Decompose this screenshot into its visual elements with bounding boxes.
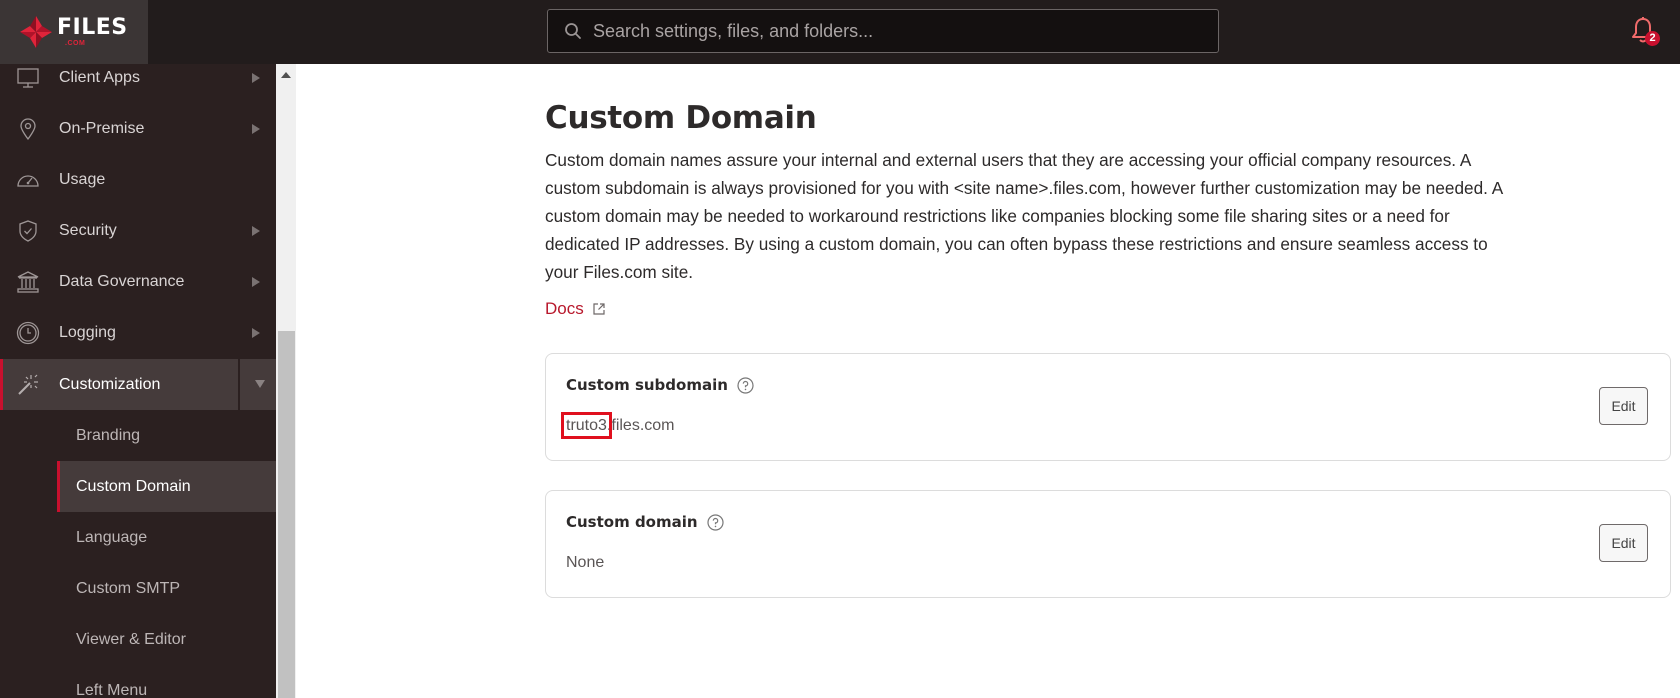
edit-subdomain-button[interactable]: Edit <box>1599 387 1648 425</box>
app: FILES .COM 2 Client App <box>0 0 1680 698</box>
help-icon[interactable] <box>706 513 724 531</box>
sidebar-item-label: Data Governance <box>59 272 185 290</box>
search-input[interactable] <box>593 20 1218 42</box>
logo-pinwheel-icon <box>20 16 52 48</box>
caret-right-icon[interactable] <box>252 327 260 338</box>
sidebar-item-data-governance[interactable]: Data Governance <box>0 256 276 307</box>
edit-custom-domain-button[interactable]: Edit <box>1599 524 1648 562</box>
monitor-icon <box>16 66 40 90</box>
bank-icon <box>16 270 40 294</box>
speedometer-icon <box>16 168 40 192</box>
shield-check-icon <box>16 219 40 243</box>
sidebar-item-on-premise[interactable]: On-Premise <box>0 103 276 154</box>
divider <box>238 359 240 410</box>
clock-icon <box>16 321 40 345</box>
card-title: Custom domain <box>566 513 698 531</box>
page-description: Custom domain names assure your internal… <box>545 150 1503 282</box>
page-title: Custom Domain <box>545 100 817 136</box>
sidebar-subitem-custom-smtp[interactable]: Custom SMTP <box>57 563 276 614</box>
sidebar-item-customization[interactable]: Customization <box>0 359 276 410</box>
notifications-button[interactable]: 2 <box>1630 16 1660 46</box>
search-box[interactable] <box>547 9 1219 53</box>
sidebar-item-logging[interactable]: Logging <box>0 307 276 358</box>
sidebar-item-label: Security <box>59 221 117 239</box>
caret-right-icon[interactable] <box>252 225 260 236</box>
sidebar-subitem-viewer-editor[interactable]: Viewer & Editor <box>57 614 276 665</box>
docs-link[interactable]: Docs <box>545 299 606 319</box>
search-icon <box>565 23 581 39</box>
sidebar-item-usage[interactable]: Usage <box>0 154 276 205</box>
magic-wand-icon <box>16 373 40 397</box>
sidebar: Client Apps On-Premise Usage Security Da… <box>0 64 276 698</box>
sidebar-subitem-left-menu[interactable]: Left Menu <box>57 665 276 698</box>
map-pin-icon <box>16 117 40 141</box>
caret-right-icon[interactable] <box>252 72 260 83</box>
card-title: Custom subdomain <box>566 376 728 394</box>
external-link-icon <box>593 303 605 315</box>
logo-sub: .COM <box>65 40 86 47</box>
caret-right-icon[interactable] <box>252 276 260 287</box>
logo-wordmark: FILES <box>57 15 128 40</box>
scroll-up-arrow-icon[interactable] <box>281 72 291 78</box>
sidebar-subitem-label: Custom SMTP <box>76 579 181 597</box>
sidebar-subitem-label: Custom Domain <box>76 477 191 495</box>
sidebar-subitem-custom-domain[interactable]: Custom Domain <box>57 461 276 512</box>
help-icon[interactable] <box>737 376 754 394</box>
sidebar-scrollbar[interactable] <box>276 64 296 698</box>
sidebar-item-label: On-Premise <box>59 119 145 137</box>
caret-down-icon[interactable] <box>255 380 265 388</box>
main-content: Custom Domain Custom domain names assure… <box>296 64 1680 698</box>
subdomain-value: truto3.files.com <box>561 412 675 439</box>
sidebar-item-label: Logging <box>59 323 116 341</box>
subdomain-suffix: .files.com <box>606 417 675 434</box>
sidebar-item-label: Usage <box>59 170 106 188</box>
sidebar-subitem-language[interactable]: Language <box>57 512 276 563</box>
sidebar-subitem-branding[interactable]: Branding <box>57 410 276 461</box>
notification-count-badge: 2 <box>1645 31 1660 46</box>
top-header: FILES .COM 2 <box>0 0 1680 64</box>
sidebar-subitem-label: Language <box>76 528 148 546</box>
sidebar-item-label: Client Apps <box>59 68 140 86</box>
caret-right-icon[interactable] <box>252 123 260 134</box>
sidebar-item-label: Customization <box>59 375 161 393</box>
subdomain-name: truto3 <box>561 412 612 439</box>
sidebar-subitem-label: Branding <box>76 426 141 444</box>
custom-domain-value: None <box>566 554 605 571</box>
logo[interactable]: FILES .COM <box>0 0 148 64</box>
sidebar-subitem-label: Left Menu <box>76 681 148 698</box>
docs-link-label: Docs <box>545 299 584 318</box>
scrollbar-thumb[interactable] <box>278 331 295 698</box>
sidebar-item-security[interactable]: Security <box>0 205 276 256</box>
custom-subdomain-card: Custom subdomain truto3.files.com Edit <box>545 353 1671 461</box>
sidebar-item-client-apps[interactable]: Client Apps <box>0 64 276 103</box>
sidebar-subitem-label: Viewer & Editor <box>76 630 186 648</box>
custom-domain-card: Custom domain None Edit <box>545 490 1671 598</box>
